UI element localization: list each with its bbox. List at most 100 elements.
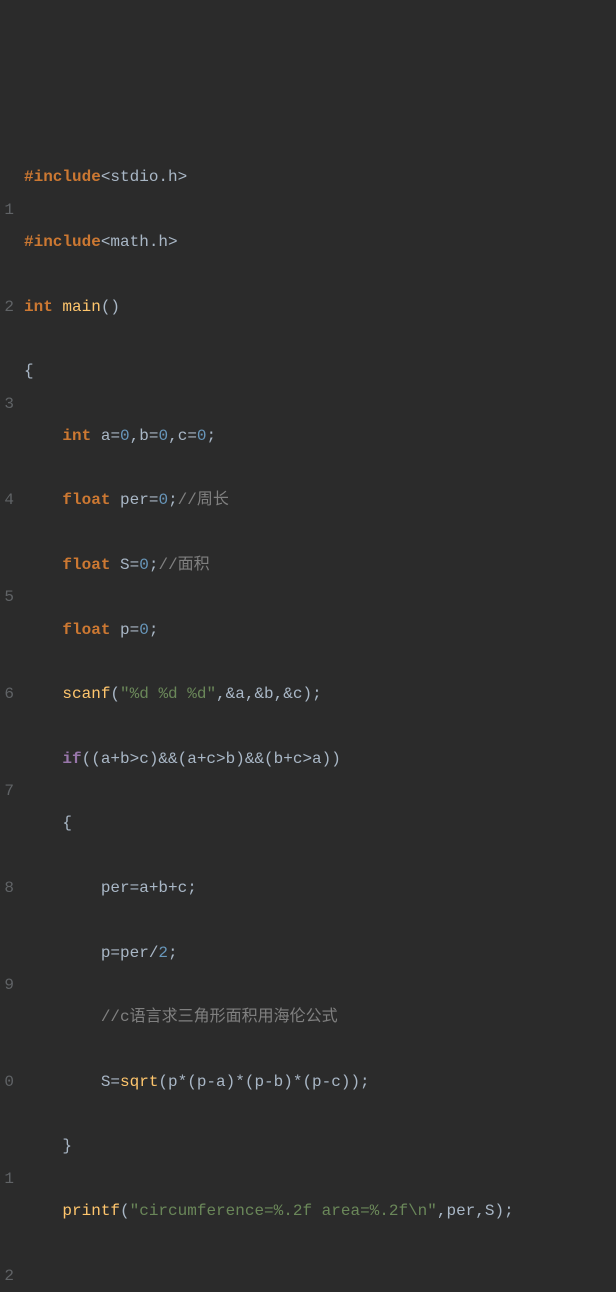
operator: ( bbox=[120, 1202, 130, 1220]
brace: { bbox=[24, 362, 34, 380]
indent bbox=[24, 491, 62, 509]
expression: (p*(p-a)*(p-b)*(p-c)); bbox=[158, 1073, 369, 1091]
code-line: #include<math.h> bbox=[24, 226, 616, 258]
operator: = bbox=[130, 621, 140, 639]
code-editor[interactable]: 1 2 3 4 5 6 7 8 9 0 1 2 3 4 5 6 7 8 9 0 … bbox=[0, 129, 616, 1292]
code-area[interactable]: #include<stdio.h> #include<math.h> int m… bbox=[18, 129, 616, 1292]
type-keyword: int bbox=[62, 427, 91, 445]
code-line: float per=0;//周长 bbox=[24, 484, 616, 516]
operator: ,per,S); bbox=[437, 1202, 514, 1220]
number: 0 bbox=[158, 491, 168, 509]
expression: ((a+b>c)&&(a+c>b)&&(b+c>a)) bbox=[82, 750, 341, 768]
number: 0 bbox=[158, 427, 168, 445]
statement: per=a+b+c; bbox=[101, 879, 197, 897]
operator: ; bbox=[149, 621, 159, 639]
operator: ( bbox=[110, 685, 120, 703]
string: "circumference=%.2f area=%.2f\n" bbox=[130, 1202, 437, 1220]
indent bbox=[24, 944, 101, 962]
operator: () bbox=[101, 298, 120, 316]
code-line: S=sqrt(p*(p-a)*(p-b)*(p-c)); bbox=[24, 1066, 616, 1098]
preprocessor-keyword: #include bbox=[24, 233, 101, 251]
code-line: per=a+b+c; bbox=[24, 872, 616, 904]
type-keyword: int bbox=[24, 298, 53, 316]
line-number: 3 bbox=[0, 388, 14, 420]
code-line: printf("circumference=%.2f area=%.2f\n",… bbox=[24, 1195, 616, 1227]
brace: } bbox=[62, 1137, 72, 1155]
code-line: int a=0,b=0,c=0; bbox=[24, 420, 616, 452]
indent bbox=[24, 1073, 101, 1091]
identifier: S bbox=[120, 556, 130, 574]
identifier: b bbox=[139, 427, 149, 445]
indent bbox=[24, 750, 62, 768]
identifier: c bbox=[178, 427, 188, 445]
comment: //面积 bbox=[158, 556, 209, 574]
code-line: int main() bbox=[24, 291, 616, 323]
number: 0 bbox=[139, 556, 149, 574]
line-number: 7 bbox=[0, 775, 14, 807]
operator: ; bbox=[168, 944, 178, 962]
statement: p=per/ bbox=[101, 944, 159, 962]
code-line: //c语言求三角形面积用海伦公式 bbox=[24, 1001, 616, 1033]
indent bbox=[24, 879, 101, 897]
code-line bbox=[24, 1260, 616, 1292]
function-name: sqrt bbox=[120, 1073, 158, 1091]
preprocessor-keyword: #include bbox=[24, 168, 101, 186]
comment: //周长 bbox=[178, 491, 229, 509]
indent bbox=[24, 685, 62, 703]
code-line: #include<stdio.h> bbox=[24, 161, 616, 193]
string: "%d %d %d" bbox=[120, 685, 216, 703]
indent bbox=[24, 621, 62, 639]
line-number: 5 bbox=[0, 581, 14, 613]
operator: , bbox=[130, 427, 140, 445]
statement: S= bbox=[101, 1073, 120, 1091]
header-name: <math.h> bbox=[101, 233, 178, 251]
operator: = bbox=[110, 427, 120, 445]
type-keyword: float bbox=[62, 556, 110, 574]
space bbox=[110, 556, 120, 574]
function-name: scanf bbox=[62, 685, 110, 703]
code-line: float S=0;//面积 bbox=[24, 549, 616, 581]
indent bbox=[24, 427, 62, 445]
line-number: 4 bbox=[0, 484, 14, 516]
number: 0 bbox=[120, 427, 130, 445]
number: 2 bbox=[158, 944, 168, 962]
header-name: <stdio.h> bbox=[101, 168, 187, 186]
identifier: a bbox=[101, 427, 111, 445]
code-line: { bbox=[24, 355, 616, 387]
space bbox=[91, 427, 101, 445]
line-number-gutter: 1 2 3 4 5 6 7 8 9 0 1 2 3 4 5 6 7 8 9 0 bbox=[0, 129, 18, 1292]
code-line: p=per/2; bbox=[24, 937, 616, 969]
code-line: { bbox=[24, 807, 616, 839]
line-number: 8 bbox=[0, 872, 14, 904]
operator: ,&a,&b,&c); bbox=[216, 685, 322, 703]
code-line: } bbox=[24, 1130, 616, 1162]
function-name: main bbox=[62, 298, 100, 316]
space bbox=[110, 621, 120, 639]
type-keyword: float bbox=[62, 621, 110, 639]
space bbox=[110, 491, 120, 509]
indent bbox=[24, 814, 62, 832]
operator: = bbox=[149, 491, 159, 509]
function-name: printf bbox=[62, 1202, 120, 1220]
indent bbox=[24, 1008, 101, 1026]
code-line: float p=0; bbox=[24, 614, 616, 646]
line-number: 9 bbox=[0, 969, 14, 1001]
line-number: 0 bbox=[0, 1066, 14, 1098]
line-number: 2 bbox=[0, 291, 14, 323]
number: 0 bbox=[139, 621, 149, 639]
indent bbox=[24, 1202, 62, 1220]
number: 0 bbox=[197, 427, 207, 445]
type-keyword: float bbox=[62, 491, 110, 509]
comment: //c语言求三角形面积用海伦公式 bbox=[101, 1008, 338, 1026]
control-keyword: if bbox=[62, 750, 81, 768]
indent bbox=[24, 556, 62, 574]
code-line: if((a+b>c)&&(a+c>b)&&(b+c>a)) bbox=[24, 743, 616, 775]
operator: = bbox=[130, 556, 140, 574]
identifier: per bbox=[120, 491, 149, 509]
line-number: 6 bbox=[0, 678, 14, 710]
code-line: scanf("%d %d %d",&a,&b,&c); bbox=[24, 678, 616, 710]
operator: , bbox=[168, 427, 178, 445]
indent bbox=[24, 1137, 62, 1155]
identifier: p bbox=[120, 621, 130, 639]
operator: ; bbox=[207, 427, 217, 445]
